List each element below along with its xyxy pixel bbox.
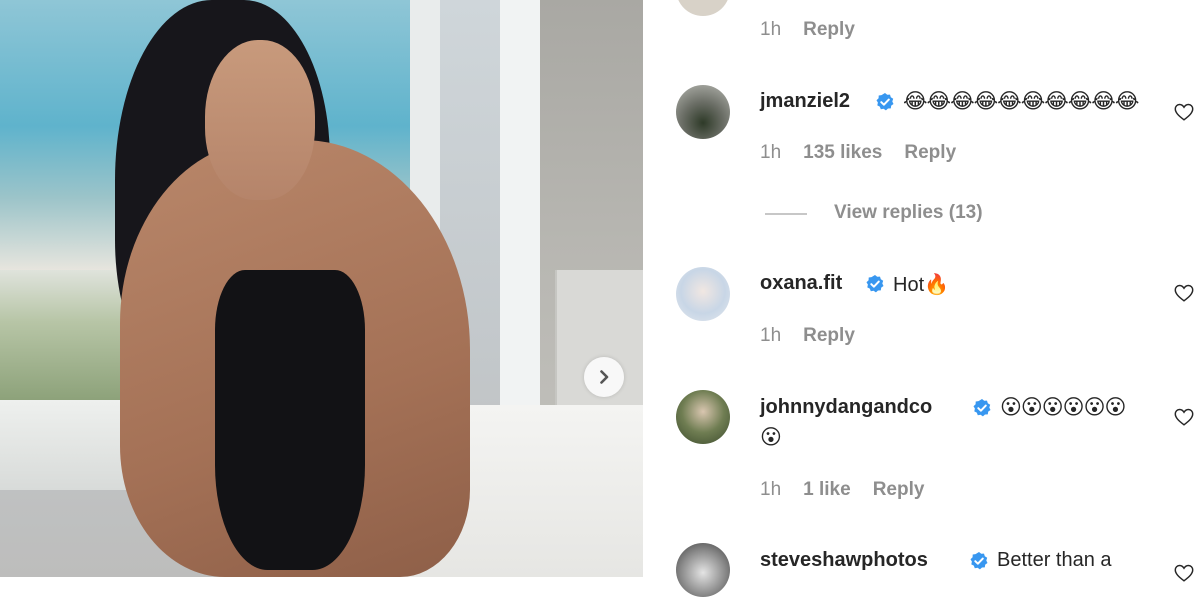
comments-panel[interactable]: 1h Reply jmanziel2 😂😂😂😂😂😂😂😂😂😂 1h 135 likes… <box>643 0 1200 597</box>
comment-text: 😂😂😂😂😂😂😂😂😂😂 <box>903 89 1139 113</box>
reply-button[interactable]: Reply <box>873 479 925 500</box>
reply-button[interactable]: Reply <box>904 142 956 163</box>
comment-meta: 1h 135 likes Reply <box>760 142 978 164</box>
carousel-next-button[interactable] <box>584 357 624 397</box>
post-photo <box>0 0 643 577</box>
verified-badge-icon <box>876 93 894 111</box>
likes-count-link[interactable]: 1 like <box>803 479 851 500</box>
avatar[interactable] <box>676 390 730 444</box>
avatar[interactable] <box>676 267 730 321</box>
comment-username[interactable]: steveshawphotos <box>760 549 928 572</box>
verified-badge-icon <box>970 552 988 570</box>
avatar[interactable] <box>676 85 730 139</box>
swimsuit <box>215 270 365 570</box>
comment-time: 1h <box>760 325 782 346</box>
like-heart-icon[interactable] <box>1173 406 1195 428</box>
comment-meta: 1h 1 like Reply <box>760 479 946 501</box>
comment-time: 1h <box>760 479 782 500</box>
like-heart-icon[interactable] <box>1173 562 1195 584</box>
comment-text: 😮😮😮😮😮😮 <box>1000 395 1126 419</box>
avatar[interactable] <box>676 543 730 597</box>
comment-username[interactable]: oxana.fit <box>760 272 842 295</box>
comment-time: 1h <box>760 142 782 163</box>
reply-button[interactable]: Reply <box>803 19 855 40</box>
verified-badge-icon <box>866 275 884 293</box>
comment-time: 1h <box>760 19 782 40</box>
comment-username[interactable]: johnnydangandco <box>760 396 932 419</box>
view-replies-line <box>765 213 807 215</box>
comment-text: Hot🔥 <box>893 274 950 296</box>
comment-username[interactable]: jmanziel2 <box>760 90 850 113</box>
chevron-right-icon <box>600 370 609 384</box>
verified-badge-icon <box>973 399 991 417</box>
view-replies-button[interactable]: View replies (13) <box>834 202 983 224</box>
like-heart-icon[interactable] <box>1173 282 1195 304</box>
comment-meta: 1h Reply <box>760 325 877 347</box>
reply-button[interactable]: Reply <box>803 325 855 346</box>
person-face <box>205 40 315 200</box>
avatar[interactable] <box>676 0 730 16</box>
like-heart-icon[interactable] <box>1173 101 1195 123</box>
comment-text: Better than a <box>997 549 1112 571</box>
comment-text-line2: 😮 <box>760 425 782 449</box>
likes-count-link[interactable]: 135 likes <box>803 142 882 163</box>
comment-meta: 1h Reply <box>760 19 877 41</box>
